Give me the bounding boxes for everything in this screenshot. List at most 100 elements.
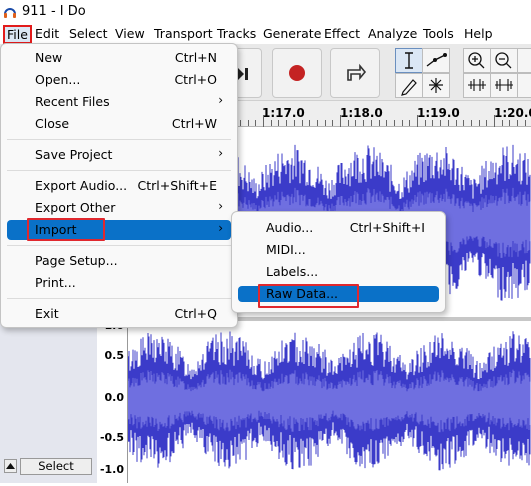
amplitude-scale: 1.0 0.5 0.0 -0.5 -1.0 — [97, 319, 128, 483]
shortcut-label: Ctrl+N — [174, 50, 217, 65]
ruler-tick — [294, 120, 295, 126]
menu-item-print[interactable]: Print... — [7, 273, 231, 293]
ruler-tick — [386, 120, 387, 126]
submenu-arrow-icon: › — [218, 93, 223, 107]
menu-item-save-project[interactable]: Save Project › — [7, 145, 231, 165]
menu-item-close[interactable]: Close Ctrl+W — [7, 114, 231, 134]
menu-analyze[interactable]: Analyze — [368, 26, 417, 41]
record-button[interactable] — [272, 48, 322, 98]
menu-item-export-audio[interactable]: Export Audio... Ctrl+Shift+E — [7, 176, 231, 196]
ruler-tick — [456, 120, 457, 126]
ruler-label: 1:20.0 — [494, 106, 531, 120]
ruler-tick — [255, 120, 256, 126]
menu-item-label: Export Audio... — [35, 178, 128, 193]
ruler-tick — [286, 120, 287, 126]
menu-effect[interactable]: Effect — [324, 26, 360, 41]
scale-label: 0.5 — [104, 349, 125, 362]
menu-item-import-midi[interactable]: MIDI... — [238, 240, 439, 260]
audacity-logo-icon — [4, 8, 16, 18]
menu-tracks[interactable]: Tracks — [217, 26, 256, 41]
menu-item-import-labels[interactable]: Labels... — [238, 262, 439, 282]
record-icon — [289, 65, 305, 81]
toolbar-overflow[interactable] — [517, 73, 531, 98]
menu-item-label: Page Setup... — [35, 253, 118, 268]
draw-tool-button[interactable] — [395, 73, 423, 98]
ruler-tick — [432, 120, 433, 126]
scale-label: 0.0 — [104, 391, 125, 404]
menu-edit[interactable]: Edit — [35, 26, 59, 41]
ruler-tick — [509, 120, 510, 126]
menu-item-label: Audio... — [266, 220, 314, 235]
ruler-tick — [517, 120, 518, 126]
ruler-tick — [348, 120, 349, 126]
ruler-tick — [448, 120, 449, 126]
menu-item-label: MIDI... — [266, 242, 306, 257]
ruler-tick — [479, 120, 480, 126]
submenu-arrow-icon: › — [218, 146, 223, 160]
title-bar: 911 - I Do — [0, 0, 531, 24]
menu-generate[interactable]: Generate — [263, 26, 321, 41]
trim-audio-icon — [468, 79, 486, 91]
track-control-panel[interactable]: Select — [0, 321, 98, 483]
ruler-tick — [502, 120, 503, 126]
ruler-label: 1:17.0 — [262, 106, 305, 120]
trim-button[interactable] — [463, 73, 491, 98]
ruler-tick — [263, 115, 264, 127]
menu-transport[interactable]: Transport — [154, 26, 213, 41]
scale-label: -1.0 — [99, 463, 124, 476]
menu-bar: File Edit Select View Transport Tracks G… — [0, 24, 531, 44]
menu-separator — [7, 298, 231, 299]
ruler-tick — [317, 120, 318, 126]
multi-tool-button[interactable] — [422, 73, 450, 98]
ruler-tick — [409, 120, 410, 126]
shortcut-label: Ctrl+W — [171, 116, 217, 131]
silence-audio-icon — [495, 79, 513, 91]
menu-view[interactable]: View — [115, 26, 145, 41]
ruler-tick — [363, 120, 364, 126]
waveform-area[interactable] — [127, 321, 531, 483]
ruler-tick — [471, 120, 472, 126]
shortcut-label: Ctrl+O — [174, 72, 217, 87]
submenu-arrow-icon: › — [218, 221, 223, 235]
ruler-tick — [302, 120, 303, 126]
menu-item-page-setup[interactable]: Page Setup... — [7, 251, 231, 271]
menu-item-recent-files[interactable]: Recent Files › — [7, 92, 231, 112]
ruler-label: 1:18.0 — [340, 106, 383, 120]
envelope-icon — [426, 53, 447, 67]
zoom-out-button[interactable] — [490, 48, 518, 73]
pencil-icon — [401, 79, 417, 96]
menu-item-label: Save Project — [35, 147, 113, 162]
ruler-tick — [340, 115, 341, 127]
menu-help[interactable]: Help — [464, 26, 493, 41]
submenu-arrow-icon: › — [218, 199, 223, 213]
envelope-tool-button[interactable] — [422, 48, 450, 73]
collapse-arrow-icon — [6, 463, 15, 469]
menu-file[interactable]: File — [3, 25, 32, 44]
menu-item-label: Labels... — [266, 264, 319, 279]
menu-item-export-other[interactable]: Export Other › — [7, 198, 231, 218]
menu-item-import-audio[interactable]: Audio... Ctrl+Shift+I — [238, 218, 439, 238]
ruler-tick — [309, 120, 310, 126]
ruler-tick — [425, 120, 426, 126]
menu-item-open[interactable]: Open... Ctrl+O — [7, 70, 231, 90]
fit-selection-button[interactable] — [517, 48, 531, 73]
menu-item-label: Recent Files — [35, 94, 110, 109]
menu-item-exit[interactable]: Exit Ctrl+Q — [7, 304, 231, 324]
ruler-tick — [486, 120, 487, 126]
selection-tool-button[interactable] — [395, 48, 423, 73]
ruler-tick — [525, 120, 526, 126]
ruler-tick — [379, 120, 380, 126]
zoom-in-button[interactable] — [463, 48, 491, 73]
collapse-button[interactable] — [4, 459, 17, 473]
shortcut-label: Ctrl+Shift+E — [137, 178, 218, 193]
ruler-tick — [278, 120, 279, 126]
loop-button[interactable] — [330, 48, 380, 98]
select-track-button[interactable]: Select — [20, 458, 92, 475]
menu-select[interactable]: Select — [69, 26, 108, 41]
silence-button[interactable] — [490, 73, 518, 98]
scale-label: -0.5 — [99, 431, 124, 444]
menu-item-new[interactable]: New Ctrl+N — [7, 48, 231, 68]
menu-tools[interactable]: Tools — [423, 26, 454, 41]
menu-separator — [7, 245, 231, 246]
ruler-tick — [394, 120, 395, 126]
